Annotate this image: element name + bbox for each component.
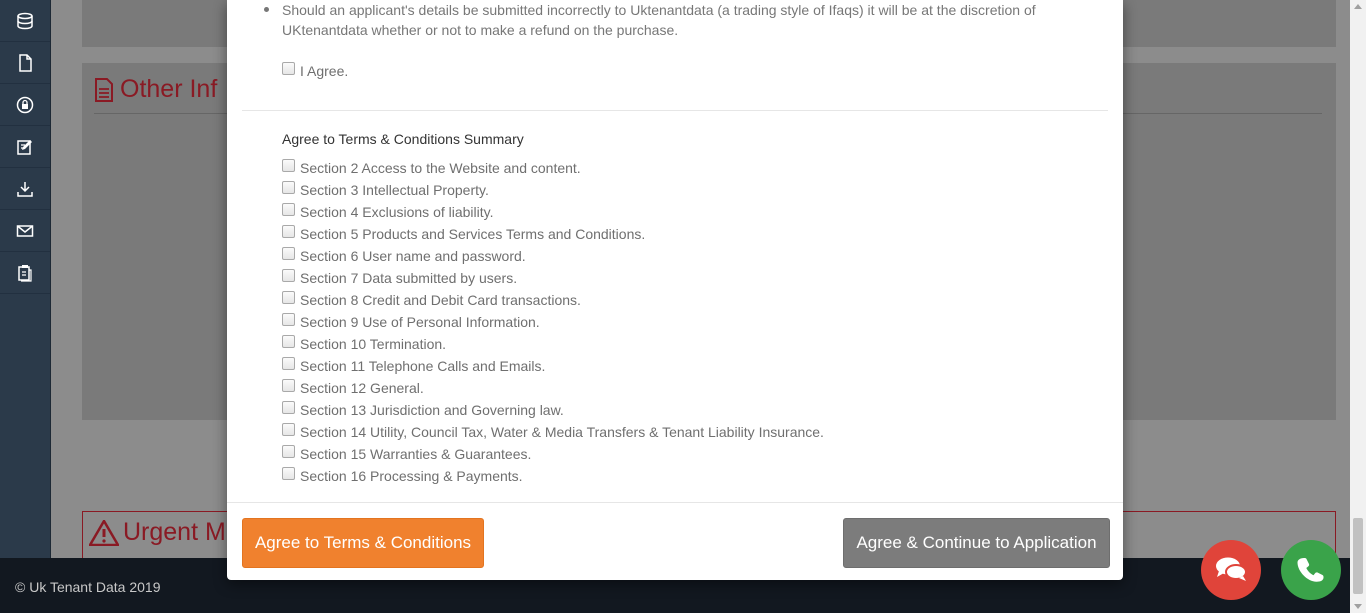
section-checkbox[interactable] xyxy=(282,224,295,238)
section-option[interactable]: Section 9 Use of Personal Information. xyxy=(282,311,824,333)
section-option[interactable]: Section 6 User name and password. xyxy=(282,245,824,267)
chat-icon xyxy=(1216,557,1247,581)
section-option[interactable]: Section 8 Credit and Debit Card transact… xyxy=(282,289,824,311)
section-label: Section 2 Access to the Website and cont… xyxy=(300,160,581,176)
section-option[interactable]: Section 10 Termination. xyxy=(282,333,824,355)
section-checkbox[interactable] xyxy=(282,378,295,392)
warning-icon xyxy=(89,519,119,546)
database-icon xyxy=(17,12,33,29)
section-option[interactable]: Section 7 Data submitted by users. xyxy=(282,267,824,289)
section-label: Section 6 User name and password. xyxy=(300,248,526,264)
section-label: Section 16 Processing & Payments. xyxy=(300,468,523,484)
section-label: Section 7 Data submitted by users. xyxy=(300,270,518,286)
sidebar-item-clipboard[interactable] xyxy=(0,252,50,294)
section-label: Section 4 Exclusions of liability. xyxy=(300,204,494,220)
section-option[interactable]: Section 13 Jurisdiction and Governing la… xyxy=(282,399,824,421)
section-label: Section 9 Use of Personal Information. xyxy=(300,314,540,330)
section-label: Section 8 Credit and Debit Card transact… xyxy=(300,292,581,308)
other-info-title: Other Inf xyxy=(120,75,218,103)
summary-title: Agree to Terms & Conditions Summary xyxy=(282,131,524,147)
section-checkbox[interactable] xyxy=(282,312,295,326)
sidebar-item-edit[interactable] xyxy=(0,126,50,168)
download-icon xyxy=(17,181,33,197)
edit-icon xyxy=(17,139,32,155)
urgent-title: Urgent M xyxy=(123,518,226,546)
modal-divider xyxy=(242,110,1108,111)
refund-notice: Should an applicant's details be submitt… xyxy=(264,0,1112,40)
scroll-up-arrow[interactable] xyxy=(1354,4,1362,9)
agree-terms-button[interactable]: Agree to Terms & Conditions xyxy=(242,518,484,568)
sidebar-item-download[interactable] xyxy=(0,168,50,210)
section-checkbox[interactable] xyxy=(282,290,295,304)
section-label: Section 11 Telephone Calls and Emails. xyxy=(300,358,546,374)
continue-application-button[interactable]: Agree & Continue to Application xyxy=(843,518,1110,568)
section-checkbox[interactable] xyxy=(282,202,295,216)
clipboard-icon xyxy=(18,264,32,282)
scroll-thumb[interactable] xyxy=(1353,518,1363,594)
section-checkbox[interactable] xyxy=(282,466,295,480)
page-scrollbar[interactable] xyxy=(1350,0,1366,613)
mail-icon xyxy=(16,224,34,237)
section-option[interactable]: Section 4 Exclusions of liability. xyxy=(282,201,824,223)
section-option[interactable]: Section 3 Intellectual Property. xyxy=(282,179,824,201)
section-label: Section 13 Jurisdiction and Governing la… xyxy=(300,402,564,418)
section-checkbox[interactable] xyxy=(282,334,295,348)
phone-icon xyxy=(1297,558,1324,582)
file-icon xyxy=(19,53,32,72)
section-option[interactable]: Section 15 Warranties & Guarantees. xyxy=(282,443,824,465)
section-checkbox[interactable] xyxy=(282,158,295,172)
i-agree-checkbox[interactable] xyxy=(282,61,295,75)
section-checkbox[interactable] xyxy=(282,180,295,194)
call-button[interactable] xyxy=(1281,540,1341,600)
footer-copyright: © Uk Tenant Data 2019 xyxy=(15,579,161,595)
sidebar-item-security[interactable] xyxy=(0,84,50,126)
urgent-heading: Urgent M xyxy=(89,518,226,547)
section-label: Section 3 Intellectual Property. xyxy=(300,182,489,198)
sidebar-item-mail[interactable] xyxy=(0,210,50,252)
section-checkbox[interactable] xyxy=(282,268,295,282)
scroll-down-arrow[interactable] xyxy=(1354,604,1362,609)
section-checkbox[interactable] xyxy=(282,246,295,260)
section-checkbox[interactable] xyxy=(282,400,295,414)
section-option[interactable]: Section 14 Utility, Council Tax, Water &… xyxy=(282,421,824,443)
terms-modal: Should an applicant's details be submitt… xyxy=(227,0,1123,580)
sections-checklist: Section 2 Access to the Website and cont… xyxy=(282,157,824,487)
i-agree-label: I Agree. xyxy=(300,63,349,79)
sidebar xyxy=(0,0,51,558)
i-agree-option[interactable]: I Agree. xyxy=(282,60,348,82)
section-label: Section 12 General. xyxy=(300,380,424,396)
chat-button[interactable] xyxy=(1201,540,1261,600)
section-option[interactable]: Section 16 Processing & Payments. xyxy=(282,465,824,487)
section-option[interactable]: Section 5 Products and Services Terms an… xyxy=(282,223,824,245)
modal-footer-divider xyxy=(227,502,1123,503)
section-option[interactable]: Section 12 General. xyxy=(282,377,824,399)
section-option[interactable]: Section 2 Access to the Website and cont… xyxy=(282,157,824,179)
section-label: Section 14 Utility, Council Tax, Water &… xyxy=(300,424,824,440)
section-checkbox[interactable] xyxy=(282,444,295,458)
other-info-heading: Other Inf xyxy=(94,75,217,104)
lock-circle-icon xyxy=(16,96,34,113)
section-label: Section 10 Termination. xyxy=(300,336,447,352)
section-checkbox[interactable] xyxy=(282,356,295,370)
section-label: Section 15 Warranties & Guarantees. xyxy=(300,446,532,462)
section-label: Section 5 Products and Services Terms an… xyxy=(300,226,646,242)
sidebar-item-file[interactable] xyxy=(0,42,50,84)
section-option[interactable]: Section 11 Telephone Calls and Emails. xyxy=(282,355,824,377)
file-text-icon xyxy=(95,77,113,102)
sidebar-item-database[interactable] xyxy=(0,0,50,42)
section-checkbox[interactable] xyxy=(282,422,295,436)
